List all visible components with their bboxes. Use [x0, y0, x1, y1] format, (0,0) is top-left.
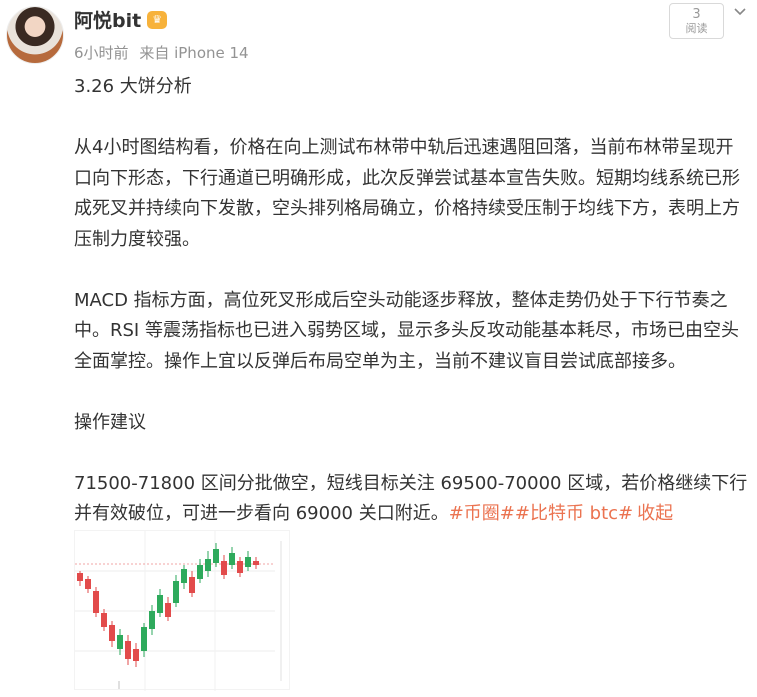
candle-body — [125, 641, 131, 659]
candle-body — [141, 627, 147, 651]
candle-body — [117, 635, 123, 649]
candle-body — [213, 549, 219, 563]
candle-body — [229, 553, 235, 565]
post-image-candlestick-chart[interactable] — [74, 530, 290, 691]
candle-body — [253, 561, 259, 565]
hashtag-btc[interactable]: #比特币 btc# — [515, 503, 633, 524]
post-paragraph-1: 从4小时图结构看，价格在向上测试布林带中轨后迅速遇阻回落，当前布林带呈现开口向下… — [74, 137, 740, 250]
read-count: 3 — [692, 7, 701, 22]
candle-body — [205, 559, 211, 571]
post-paragraph-3: 71500-71800 区间分批做空，短线目标关注 69500-70000 区域… — [74, 469, 750, 530]
candle-body — [221, 561, 227, 575]
candle-body — [133, 649, 139, 661]
username[interactable]: 阿悦bit ♛ — [74, 6, 168, 33]
candle-body — [149, 611, 155, 629]
post-title: 3.26 大饼分析 — [74, 76, 192, 97]
hashtag-crypto[interactable]: #币圈# — [449, 503, 515, 524]
vip-crown-icon: ♛ — [147, 10, 168, 29]
candle-body — [77, 573, 83, 581]
candle-body — [197, 565, 203, 579]
avatar[interactable] — [6, 6, 64, 64]
candle-body — [181, 569, 187, 583]
candle-body — [245, 557, 251, 567]
post-paragraph-2: MACD 指标方面，高位死叉形成后空头动能逐步释放，整体走势仍处于下行节奏之中。… — [74, 289, 739, 372]
candle-body — [101, 613, 107, 627]
candlestick-chart-graphic — [75, 531, 282, 691]
candle-body — [85, 579, 91, 589]
post-source: 来自 iPhone 14 — [139, 44, 249, 62]
candle-body — [157, 595, 163, 613]
candle-body — [109, 625, 115, 641]
read-count-box: 3 阅读 — [669, 3, 724, 39]
post-time: 6小时前 — [74, 44, 129, 62]
post-meta: 6小时前 来自 iPhone 14 — [74, 42, 255, 63]
chevron-down-icon[interactable] — [732, 4, 748, 20]
username-text: 阿悦bit — [74, 10, 142, 32]
read-label: 阅读 — [685, 22, 708, 35]
post-body: 3.26 大饼分析 从4小时图结构看，价格在向上测试布林带中轨后迅速遇阻回落，当… — [74, 72, 750, 530]
candle-body — [93, 591, 99, 613]
candle-body — [237, 561, 243, 573]
post-heading: 操作建议 — [74, 411, 146, 433]
candle-body — [189, 577, 195, 593]
candle-body — [165, 603, 171, 617]
candle-body — [173, 581, 179, 603]
collapse-link[interactable]: 收起 — [637, 503, 673, 524]
